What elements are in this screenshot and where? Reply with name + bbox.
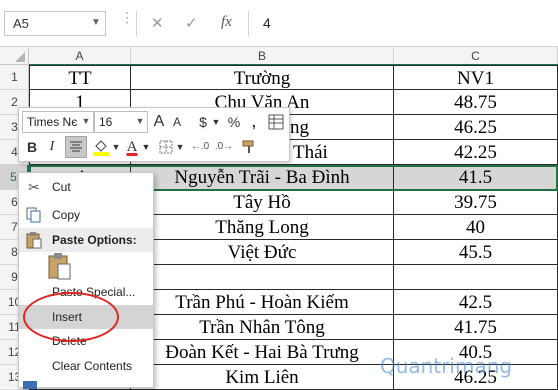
column-header-c[interactable]: C <box>394 47 558 65</box>
select-all-icon <box>15 52 25 62</box>
decrease-decimal-icon[interactable]: .0→ <box>213 136 235 158</box>
menu-item-delete[interactable]: Delete <box>19 329 153 353</box>
row-header[interactable]: 1 <box>0 65 29 90</box>
resize-handle-icon[interactable]: ⋮ <box>120 10 134 34</box>
cell-b10[interactable]: Trần Phú - Hoàn Kiếm <box>131 290 394 315</box>
formula-input[interactable]: 4 <box>248 11 558 36</box>
cancel-icon[interactable]: ✕ <box>151 14 164 32</box>
cell-c11[interactable]: 41.75 <box>394 315 558 340</box>
menu-item-label: Insert <box>52 310 83 324</box>
formula-bar: A5 ▼ ⋮ ✕ ✓ fx 4 <box>0 0 558 47</box>
cell-c1[interactable]: NV1 <box>394 65 558 90</box>
cell-b11[interactable]: Trần Nhân Tông <box>131 315 394 340</box>
clipboard-icon <box>25 228 43 252</box>
cell-c4[interactable]: 42.25 <box>394 140 558 165</box>
menu-item-label: Paste Special... <box>52 285 136 299</box>
menu-item-label: Clear Contents <box>52 359 133 373</box>
cell-b5[interactable]: Nguyễn Trãi - Ba Đình <box>131 165 394 190</box>
chevron-down-icon[interactable]: ▼ <box>211 111 221 133</box>
cell-c7[interactable]: 40 <box>394 215 558 240</box>
bold-button[interactable]: B <box>24 136 40 158</box>
cell-c8[interactable]: 45.5 <box>394 240 558 265</box>
cell-b7[interactable]: Thăng Long <box>131 215 394 240</box>
column-header-bar: A B C <box>0 47 558 65</box>
format-painter-table-icon[interactable] <box>267 111 285 133</box>
paste-options-header: Paste Options: <box>19 228 153 252</box>
chevron-down-icon[interactable]: ▼ <box>141 136 151 158</box>
increase-font-size-button[interactable]: A <box>150 111 168 133</box>
cell-c3[interactable]: 46.25 <box>394 115 558 140</box>
insert-function-button[interactable]: fx <box>221 14 232 31</box>
menu-item-label: Copy <box>52 208 81 222</box>
format-painter-icon[interactable] <box>239 136 259 158</box>
menu-item-label: Delete <box>52 334 87 348</box>
menu-item-cut[interactable]: ✂ Cut <box>19 175 153 199</box>
context-menu: ✂ Cut Copy Paste Options: Paste Special.… <box>18 172 154 389</box>
mini-toolbar: Times Nє ▼ 16 ▼ A A $ ▼ % , B I ▼ A ▼ ▼ … <box>18 107 290 162</box>
menu-item-paste-special[interactable]: Paste Special... <box>19 280 153 304</box>
borders-icon[interactable] <box>157 136 175 158</box>
cell-b8[interactable]: Việt Đức <box>131 240 394 265</box>
cell-b9[interactable] <box>131 265 394 290</box>
cell-b6[interactable]: Tây Hồ <box>131 190 394 215</box>
cell-b13[interactable]: Kim Liên <box>131 365 394 390</box>
watermark-logo: Quantrimang <box>380 354 513 378</box>
menu-item-label: Cut <box>52 180 71 194</box>
paste-option-icon[interactable] <box>47 251 77 283</box>
comma-style-button[interactable]: , <box>247 111 261 133</box>
cell-c2[interactable]: 48.75 <box>394 90 558 115</box>
enter-icon[interactable]: ✓ <box>185 14 198 32</box>
decrease-font-size-button[interactable]: A <box>169 111 185 133</box>
menu-item-clear-contents[interactable]: Clear Contents <box>19 354 153 378</box>
cell-c5[interactable]: 41.5 <box>394 165 558 190</box>
formula-buttons: ✕ ✓ fx <box>136 11 248 36</box>
table-row: TT Trường NV1 <box>29 65 558 90</box>
increase-decimal-icon[interactable]: ←.0 <box>189 136 211 158</box>
chevron-down-icon[interactable]: ▼ <box>175 136 185 158</box>
italic-button[interactable]: I <box>44 136 60 158</box>
cell-c10[interactable]: 42.5 <box>394 290 558 315</box>
chevron-down-icon[interactable]: ▼ <box>111 136 121 158</box>
menu-item-label: Paste Options: <box>52 233 137 247</box>
scissors-icon: ✂ <box>28 179 40 195</box>
cell-a1[interactable]: TT <box>29 65 131 90</box>
menu-item-copy[interactable]: Copy <box>19 203 153 227</box>
menu-item-insert[interactable]: Insert <box>19 305 153 329</box>
chevron-down-icon[interactable]: ▼ <box>88 12 104 34</box>
copy-icon <box>25 203 43 227</box>
align-center-button[interactable] <box>65 136 87 158</box>
cell-c6[interactable]: 39.75 <box>394 190 558 215</box>
cell-b12[interactable]: Đoàn Kết - Hai Bà Trưng <box>131 340 394 365</box>
font-color-button[interactable]: A <box>123 136 141 158</box>
cell-b1[interactable]: Trường <box>131 65 394 90</box>
chevron-down-icon[interactable]: ▼ <box>133 111 147 133</box>
percent-format-button[interactable]: % <box>225 111 243 133</box>
column-header-b[interactable]: B <box>131 47 394 65</box>
select-all-button[interactable] <box>0 47 29 65</box>
fill-color-icon[interactable] <box>91 136 111 158</box>
cell-c9[interactable] <box>394 265 558 290</box>
column-header-a[interactable]: A <box>29 47 131 65</box>
chevron-down-icon[interactable]: ▼ <box>79 111 93 133</box>
currency-format-button[interactable]: $ <box>195 111 211 133</box>
